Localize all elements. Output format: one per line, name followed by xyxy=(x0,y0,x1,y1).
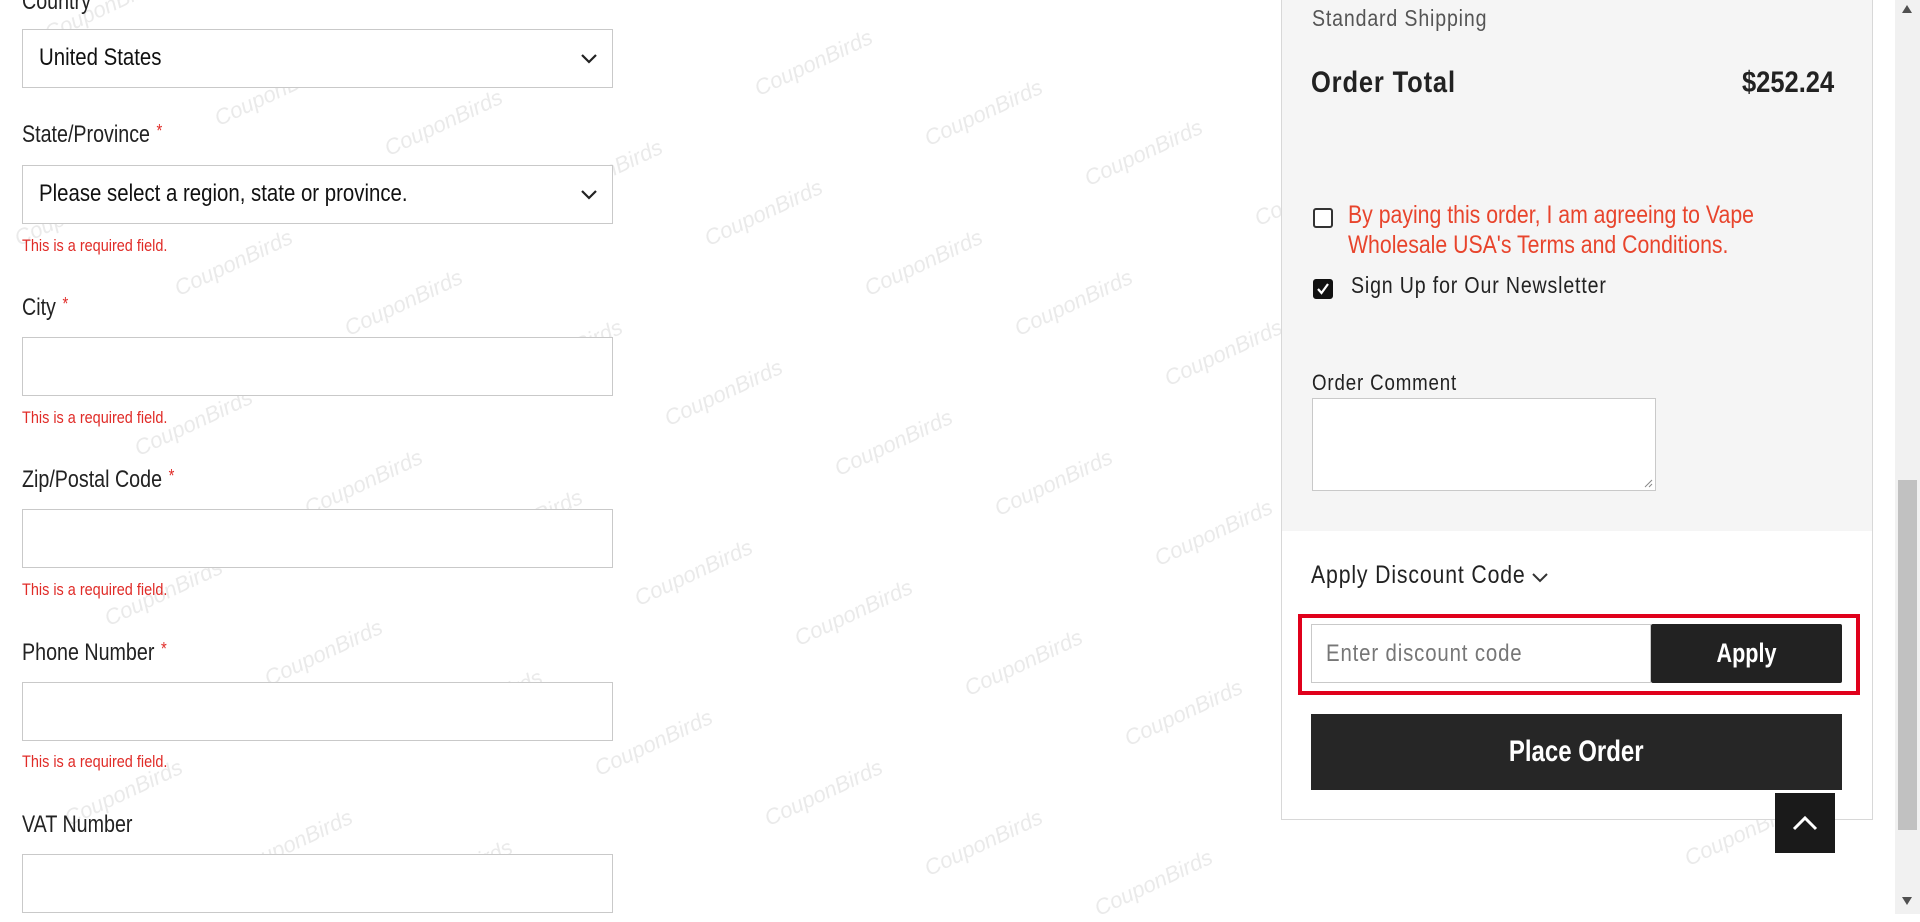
scroll-up-arrow-icon[interactable] xyxy=(1901,4,1913,14)
state-label: State/Province * xyxy=(22,121,163,148)
newsletter-checkbox[interactable] xyxy=(1313,279,1333,299)
watermark: CouponBirds xyxy=(990,444,1117,521)
watermark: CouponBirds xyxy=(340,264,467,341)
country-label: Country* xyxy=(22,0,103,15)
watermark: CouponBirds xyxy=(1150,494,1277,571)
terms-agreement-text: By paying this order, I am agreeing to V… xyxy=(1348,201,1754,259)
country-select-value: United States xyxy=(39,44,162,71)
back-to-top-button[interactable] xyxy=(1775,793,1835,853)
watermark: CouponBirds xyxy=(1120,674,1247,751)
scrollbar-thumb[interactable] xyxy=(1898,480,1917,830)
chevron-up-icon xyxy=(1792,815,1818,831)
resize-handle-icon[interactable] xyxy=(1643,478,1653,488)
watermark: CouponBirds xyxy=(170,224,297,301)
phone-input[interactable] xyxy=(22,682,613,741)
watermark: CouponBirds xyxy=(1160,314,1287,391)
watermark: CouponBirds xyxy=(920,74,1047,151)
watermark: CouponBirds xyxy=(920,804,1047,881)
phone-label: Phone Number * xyxy=(22,639,167,666)
state-error: This is a required field. xyxy=(22,236,168,255)
zip-label: Zip/Postal Code * xyxy=(22,466,175,493)
city-input[interactable] xyxy=(22,337,613,396)
zip-error: This is a required field. xyxy=(22,580,168,599)
watermark: CouponBirds xyxy=(830,404,957,481)
vat-input[interactable] xyxy=(22,854,613,913)
newsletter-label: Sign Up for Our Newsletter xyxy=(1351,272,1607,298)
vat-label: VAT Number xyxy=(22,811,133,838)
apply-discount-toggle[interactable]: Apply Discount Code xyxy=(1311,561,1526,590)
terms-checkbox[interactable] xyxy=(1313,208,1333,228)
state-select[interactable]: Please select a region, state or provinc… xyxy=(22,165,613,224)
watermark: CouponBirds xyxy=(860,224,987,301)
phone-error: This is a required field. xyxy=(22,752,168,771)
chevron-down-icon[interactable] xyxy=(1530,567,1550,587)
watermark: CouponBirds xyxy=(760,754,887,831)
watermark: CouponBirds xyxy=(630,534,757,611)
watermark: CouponBirds xyxy=(790,574,917,651)
order-total-label: Order Total xyxy=(1311,66,1456,99)
order-comment-textarea[interactable] xyxy=(1312,398,1656,491)
order-comment-label: Order Comment xyxy=(1312,370,1458,395)
watermark: CouponBirds xyxy=(750,24,877,101)
checkmark-icon xyxy=(1317,283,1329,295)
zip-input[interactable] xyxy=(22,509,613,568)
chevron-down-icon xyxy=(581,54,597,64)
discount-code-placeholder: Enter discount code xyxy=(1326,640,1523,667)
chevron-down-icon xyxy=(581,190,597,200)
city-error: This is a required field. xyxy=(22,408,168,427)
order-total-value: $252.24 xyxy=(1742,66,1835,99)
place-order-label: Place Order xyxy=(1509,735,1644,768)
page-scrollbar[interactable] xyxy=(1895,0,1920,914)
watermark: CouponBirds xyxy=(1080,114,1207,191)
city-label: City * xyxy=(22,294,69,321)
place-order-button[interactable]: Place Order xyxy=(1311,714,1842,790)
discount-code-input[interactable]: Enter discount code xyxy=(1311,624,1651,683)
watermark: CouponBirds xyxy=(700,174,827,251)
scroll-down-arrow-icon[interactable] xyxy=(1901,896,1913,906)
watermark: CouponBirds xyxy=(1010,264,1137,341)
apply-discount-button[interactable]: Apply Discount xyxy=(1651,624,1842,727)
watermark: CouponBirds xyxy=(380,84,507,161)
country-select[interactable]: United States xyxy=(22,29,613,88)
state-select-value: Please select a region, state or provinc… xyxy=(39,180,408,207)
watermark: CouponBirds xyxy=(960,624,1087,701)
shipping-method-name: Standard Shipping xyxy=(1312,5,1488,31)
watermark: CouponBirds xyxy=(660,354,787,431)
watermark: CouponBirds xyxy=(260,614,387,691)
watermark: CouponBirds xyxy=(1090,844,1217,921)
